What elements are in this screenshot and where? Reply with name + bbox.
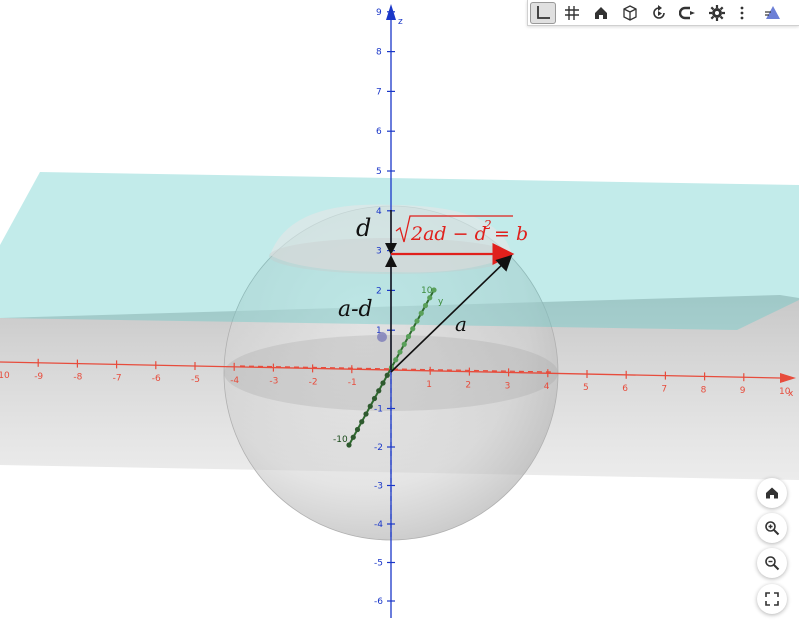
y-tick-mark: [359, 419, 365, 425]
y-tick-mark: [418, 310, 424, 316]
svg-text:2: 2: [483, 218, 492, 232]
more-vertical-icon: [740, 6, 744, 19]
x-tick-label: -8: [73, 373, 82, 383]
settings-gear-icon: [709, 4, 725, 21]
grid-toggle-button[interactable]: [559, 2, 585, 24]
y-tick-pos: 10: [421, 286, 433, 296]
zoom-in-icon: [765, 521, 780, 536]
z-tick-label: -1: [374, 405, 383, 415]
y-tick-mark: [401, 341, 407, 347]
rotate-view-button[interactable]: [646, 2, 672, 24]
y-tick-mark: [380, 380, 386, 386]
y-tick-mark: [363, 411, 369, 417]
y-tick-mark: [354, 426, 361, 433]
view-cube-icon: [623, 4, 637, 21]
z-tick-label: -4: [374, 520, 383, 530]
z-tick-label: 6: [376, 127, 382, 137]
geogebra-3d-app: -10-9-8-7-6-5-4-3-2-112345678910 -10 10 …: [0, 0, 799, 620]
view-cube-button[interactable]: [617, 2, 643, 24]
y-tick-mark: [397, 349, 403, 355]
projection-icon: [679, 6, 695, 19]
z-tick-label: 5: [376, 167, 382, 177]
z-tick-label: 8: [376, 48, 382, 58]
zoom-out-button[interactable]: [757, 548, 787, 578]
y-tick-neg: -10: [333, 435, 348, 445]
svg-text:2ad − d: 2ad − d: [410, 223, 487, 245]
x-tick-label: 3: [505, 381, 511, 391]
x-tick-label: -4: [230, 376, 239, 386]
y-tick-mark: [410, 326, 416, 332]
label-d: d: [356, 214, 371, 242]
z-tick-label: -3: [374, 482, 383, 492]
x-tick-label: -10: [0, 371, 10, 381]
y-tick-mark: [393, 357, 399, 363]
x-tick-label: 5: [583, 383, 589, 393]
svg-text:= b: = b: [494, 223, 528, 245]
z-tick-label: 2: [376, 286, 382, 296]
y-tick-mark: [350, 434, 356, 440]
label-a-minus-d: a-d: [338, 297, 373, 322]
more-options-button[interactable]: [733, 2, 751, 24]
x-axis-label: x: [788, 389, 794, 399]
nav-home-button[interactable]: [757, 478, 787, 508]
label-a: a: [455, 312, 467, 336]
y-tick-mark: [367, 403, 373, 409]
y-tick-mark: [422, 302, 429, 309]
grid-toggle-icon: [565, 5, 579, 20]
view-toolbar: [527, 0, 799, 26]
point-center[interactable]: [377, 332, 387, 342]
zoom-in-button[interactable]: [757, 513, 787, 543]
y-tick-mark: [414, 318, 420, 324]
fullscreen-button[interactable]: [757, 584, 787, 614]
axes-toggle-icon: [537, 5, 550, 19]
x-tick-label: -7: [113, 373, 122, 383]
z-tick-label: 7: [376, 87, 382, 97]
z-axis-label: z: [398, 17, 403, 27]
y-tick-mark: [405, 333, 412, 340]
graphics-3d-view[interactable]: -10-9-8-7-6-5-4-3-2-112345678910 -10 10 …: [0, 0, 799, 620]
rotate-view-icon: [653, 4, 665, 19]
x-tick-label: -9: [34, 372, 43, 382]
perspective-button[interactable]: [760, 2, 786, 24]
x-tick-label: 8: [701, 385, 707, 395]
y-tick-mark: [376, 388, 382, 394]
home-icon: [595, 6, 607, 19]
z-tick-label: 9: [376, 8, 382, 18]
perspective-icon: [765, 5, 780, 19]
projection-button[interactable]: [675, 2, 701, 24]
x-tick-label: -3: [269, 377, 278, 387]
x-tick-label: -5: [191, 375, 200, 385]
axes-toggle-button[interactable]: [530, 1, 556, 24]
y-axis-label: y: [438, 297, 444, 307]
z-tick-label: -6: [374, 597, 383, 607]
x-tick-label: -2: [309, 377, 318, 387]
x-tick-label: -6: [152, 374, 161, 384]
settings-button[interactable]: [704, 2, 730, 24]
z-tick-label: 3: [376, 247, 382, 257]
zoom-out-icon: [765, 556, 780, 571]
standard-view-button[interactable]: [588, 2, 614, 24]
x-tick-label: -1: [348, 378, 357, 388]
y-tick-mark: [384, 372, 390, 378]
home-icon: [766, 487, 778, 499]
x-tick-label: 2: [465, 381, 471, 391]
z-tick-label: -2: [374, 443, 383, 453]
x-tick-label: 4: [544, 382, 550, 392]
z-tick-label: -5: [374, 559, 383, 569]
x-tick-label: 9: [740, 386, 746, 396]
y-tick-mark: [371, 395, 378, 402]
x-tick-label: 1: [426, 380, 432, 390]
x-tick-label: 7: [661, 385, 667, 395]
x-tick-label: 6: [622, 384, 628, 394]
fullscreen-icon: [765, 592, 779, 606]
z-tick-label: 4: [376, 207, 382, 217]
